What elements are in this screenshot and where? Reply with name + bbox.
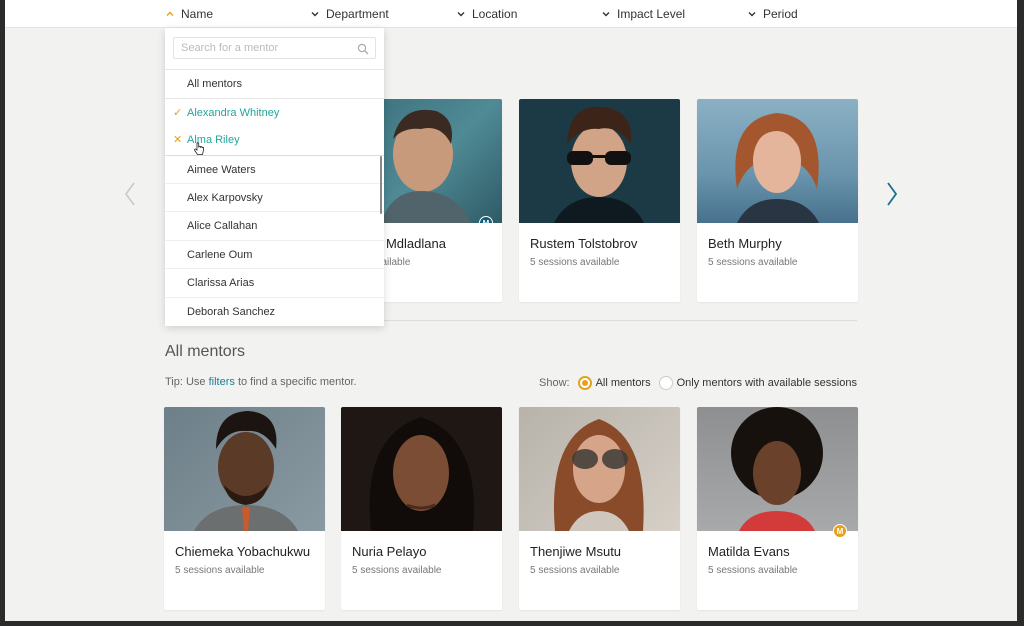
option-label: Clarissa Arias xyxy=(187,277,255,289)
dropdown-scrollbar[interactable] xyxy=(380,156,382,214)
mentor-portrait xyxy=(553,419,644,531)
chevron-down-icon xyxy=(747,9,757,19)
mentor-card[interactable]: Nuria Pelayo 5 sessions available xyxy=(341,407,502,610)
mentor-name: Chiemeka Yobachukwu xyxy=(175,544,311,559)
mentor-sessions: 5 sessions available xyxy=(708,257,798,268)
dropdown-option[interactable]: Alice Callahan xyxy=(165,211,384,239)
app-frame: Name Department Location Impact Level Pe… xyxy=(5,0,1017,621)
mentor-name: Rustem Tolstobrov xyxy=(530,236,638,251)
mentor-portrait xyxy=(194,411,298,531)
option-label: Carlene Oum xyxy=(187,249,253,261)
radio-label: All mentors xyxy=(595,377,651,389)
mentor-level-badge: M xyxy=(479,216,493,223)
option-label: Alex Karpovsky xyxy=(187,192,263,204)
option-label: All mentors xyxy=(187,78,243,90)
mentor-card[interactable]: M Matilda Evans 5 sessions available xyxy=(697,407,858,610)
option-label: Alexandra Whitney xyxy=(187,107,280,119)
mentor-sessions: 5 sessions available xyxy=(352,565,442,576)
filter-location[interactable]: Location xyxy=(456,7,517,21)
mentor-sessions: 5 sessions available xyxy=(175,565,265,576)
dropdown-option[interactable]: Carlene Oum xyxy=(165,240,384,268)
filter-name[interactable]: Name xyxy=(165,7,213,21)
option-label: Alice Callahan xyxy=(187,220,258,232)
mentor-card[interactable]: Thenjiwe Msutu 5 sessions available xyxy=(519,407,680,610)
tip-text: Tip: Use filters to find a specific ment… xyxy=(165,376,357,388)
mentor-name: Beth Murphy xyxy=(708,236,782,251)
mentor-name: Thenjiwe Msutu xyxy=(530,544,622,559)
mentor-photo xyxy=(164,407,325,531)
chevron-down-icon xyxy=(601,9,611,19)
badge-letter: M xyxy=(482,218,490,224)
dropdown-option[interactable]: Clarissa Arias xyxy=(165,268,384,296)
mentor-sessions: 5 sessions available xyxy=(530,565,620,576)
filter-department-label: Department xyxy=(326,7,389,21)
filter-impact-level-label: Impact Level xyxy=(617,7,686,21)
mentor-name: Matilda Evans xyxy=(708,544,790,559)
name-filter-dropdown: All mentors ✓ Alexandra Whitney ✕ Alma R… xyxy=(165,28,384,326)
radio-label: Only mentors with available sessions xyxy=(676,377,857,389)
show-filter: Show: All mentors Only mentors with avai… xyxy=(539,376,857,390)
chevron-down-icon xyxy=(456,9,466,19)
section-title: All mentors xyxy=(165,343,246,360)
option-label: Aimee Waters xyxy=(187,164,256,176)
chevron-up-icon xyxy=(165,9,175,19)
radio-available-only[interactable]: Only mentors with available sessions xyxy=(658,376,857,390)
option-label: Deborah Sanchez xyxy=(187,306,276,318)
show-label: Show: xyxy=(539,377,570,389)
dropdown-selected-option[interactable]: ✓ Alexandra Whitney xyxy=(165,98,384,126)
carousel-prev-button[interactable] xyxy=(122,178,138,210)
carousel-next-button[interactable] xyxy=(884,178,900,210)
mentor-sessions: 5 sessions available xyxy=(708,565,798,576)
mentor-photo xyxy=(519,99,680,223)
mentor-photo xyxy=(519,407,680,531)
mentor-search-input[interactable] xyxy=(181,38,356,58)
search-icon xyxy=(357,42,369,60)
chevron-right-icon xyxy=(887,182,898,206)
filter-impact-level[interactable]: Impact Level xyxy=(601,7,685,21)
close-icon[interactable]: ✕ xyxy=(173,126,182,154)
mentor-portrait xyxy=(731,407,823,531)
mentor-search-box xyxy=(173,37,376,59)
tip-suffix: to find a specific mentor. xyxy=(234,376,357,388)
featured-mentor-card[interactable]: Rustem Tolstobrov 5 sessions available xyxy=(519,99,680,302)
filter-name-label: Name xyxy=(181,7,214,21)
mentor-photo xyxy=(697,99,858,223)
mentor-portrait xyxy=(554,106,644,223)
featured-mentor-card[interactable]: Beth Murphy 5 sessions available xyxy=(697,99,858,302)
check-icon: ✓ xyxy=(173,107,183,119)
tip-prefix: Tip: Use xyxy=(165,376,209,388)
chevron-left-icon xyxy=(125,182,135,206)
filter-period-label: Period xyxy=(763,7,798,21)
dropdown-option[interactable]: Alex Karpovsky xyxy=(165,183,384,211)
radio-all-mentors[interactable]: All mentors xyxy=(577,376,651,390)
hand-cursor-icon xyxy=(193,142,205,161)
mentor-portrait xyxy=(735,113,819,223)
chevron-down-icon xyxy=(310,9,320,19)
dropdown-option-all[interactable]: All mentors xyxy=(165,69,384,97)
filter-location-label: Location xyxy=(472,7,518,21)
filter-bar: Name Department Location Impact Level Pe… xyxy=(5,0,1017,28)
radio-dot xyxy=(658,376,673,390)
mentor-portrait xyxy=(369,417,474,531)
dropdown-option[interactable]: Deborah Sanchez xyxy=(165,297,384,325)
mentor-sessions: 5 sessions available xyxy=(530,257,620,268)
mentor-card[interactable]: Chiemeka Yobachukwu 5 sessions available xyxy=(164,407,325,610)
badge-letter: M xyxy=(836,526,844,536)
radio-dot xyxy=(577,376,592,390)
mentor-photo xyxy=(341,407,502,531)
mentor-level-badge: M xyxy=(833,524,847,538)
filter-department[interactable]: Department xyxy=(310,7,389,21)
filter-period[interactable]: Period xyxy=(747,7,798,21)
mentor-photo xyxy=(697,407,858,531)
mentor-name: Nuria Pelayo xyxy=(352,544,427,559)
filters-link[interactable]: filters xyxy=(209,376,235,388)
